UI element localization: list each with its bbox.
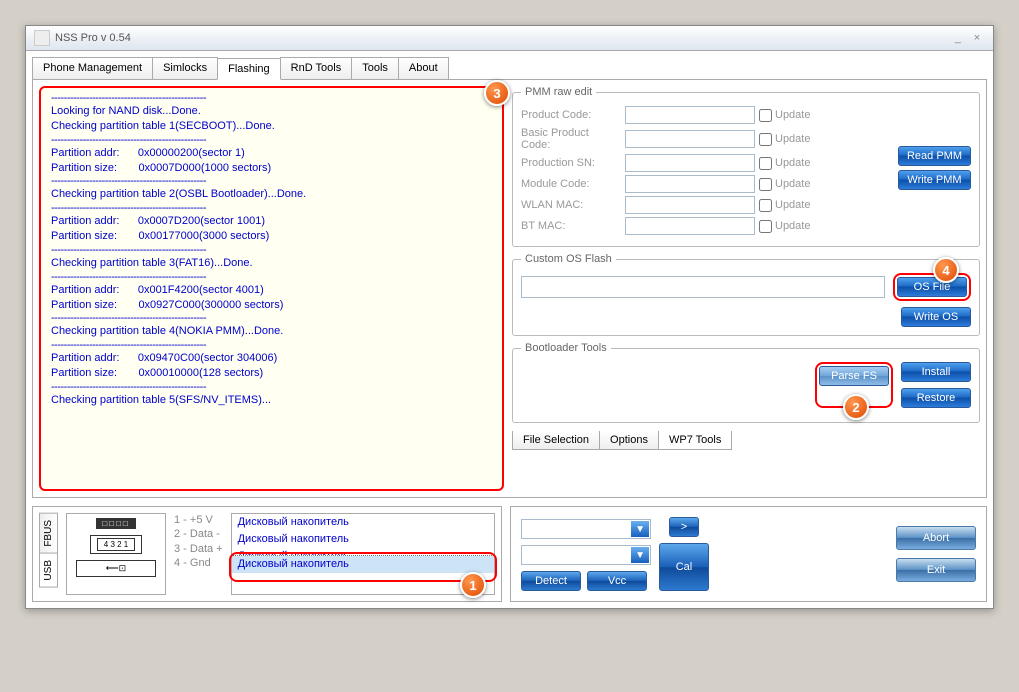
chevron-down-icon: ▼ bbox=[635, 550, 645, 561]
window-title: NSS Pro v 0.54 bbox=[55, 32, 131, 44]
tab-flashing[interactable]: Flashing bbox=[217, 58, 281, 80]
titlebar: NSS Pro v 0.54 _ × bbox=[26, 26, 993, 51]
usb-diagram: □□□□ 4 3 2 1 ⟵⊡ bbox=[66, 513, 166, 595]
subtab-options[interactable]: Options bbox=[599, 431, 659, 450]
disk-item-selected[interactable]: Дисковый накопитель bbox=[232, 556, 494, 573]
control-panel: ▼ ▼ Detect Vcc > Cal Abort Exit bbox=[510, 506, 987, 602]
module-code-update-check[interactable] bbox=[759, 178, 772, 191]
production-sn-input[interactable] bbox=[625, 154, 755, 172]
app-window: NSS Pro v 0.54 _ × Phone Management Siml… bbox=[25, 25, 994, 609]
basic-product-code-input[interactable] bbox=[625, 130, 755, 148]
port-tab-usb[interactable]: USB bbox=[39, 553, 58, 588]
basic-product-code-label: Basic Product Code: bbox=[521, 127, 621, 151]
vcc-button[interactable]: Vcc bbox=[587, 571, 647, 591]
production-sn-label: Production SN: bbox=[521, 157, 621, 169]
dropdown-2[interactable]: ▼ bbox=[521, 545, 651, 565]
bootloader-tools-group: Bootloader Tools Parse FS Install Restor… bbox=[512, 342, 980, 423]
write-pmm-button[interactable]: Write PMM bbox=[898, 170, 971, 190]
disk-item[interactable]: Дисковый накопитель bbox=[232, 548, 494, 556]
arrow-button[interactable]: > bbox=[669, 517, 699, 537]
abort-button[interactable]: Abort bbox=[896, 526, 976, 550]
tab-phone-management[interactable]: Phone Management bbox=[32, 57, 153, 79]
tab-tools[interactable]: Tools bbox=[351, 57, 399, 79]
os-file-path-input[interactable] bbox=[521, 276, 885, 298]
tab-rnd-tools[interactable]: RnD Tools bbox=[280, 57, 353, 79]
detect-button[interactable]: Detect bbox=[521, 571, 581, 591]
bt-mac-input[interactable] bbox=[625, 217, 755, 235]
main-panel: ----------------------------------------… bbox=[32, 79, 987, 498]
read-pmm-button[interactable]: Read PMM bbox=[898, 146, 971, 166]
cal-button[interactable]: Cal bbox=[659, 543, 709, 591]
sub-tabs: File Selection Options WP7 Tools bbox=[512, 431, 980, 450]
custom-os-flash-group: Custom OS Flash OS File Write OS 4 bbox=[512, 253, 980, 336]
callout-2: 2 bbox=[843, 394, 869, 420]
callout-1: 1 bbox=[460, 572, 486, 598]
write-os-button[interactable]: Write OS bbox=[901, 307, 971, 327]
disk-item[interactable]: Дисковый накопитель bbox=[232, 514, 494, 531]
module-code-input[interactable] bbox=[625, 175, 755, 193]
module-code-label: Module Code: bbox=[521, 178, 621, 190]
exit-button[interactable]: Exit bbox=[896, 558, 976, 582]
restore-button[interactable]: Restore bbox=[901, 388, 971, 408]
production-sn-update-check[interactable] bbox=[759, 157, 772, 170]
os-file-button[interactable]: OS File bbox=[897, 277, 967, 297]
product-code-input[interactable] bbox=[625, 106, 755, 124]
app-icon bbox=[34, 30, 50, 46]
pmm-raw-edit-group: PMM raw edit Product Code: Update Basic … bbox=[512, 86, 980, 247]
callout-3: 3 bbox=[484, 80, 510, 106]
pin-labels: 1 - +5 V 2 - Data - 3 - Data + 4 - Gnd bbox=[174, 513, 223, 595]
connection-panel: FBUS USB □□□□ 4 3 2 1 ⟵⊡ 1 - +5 V 2 - Da… bbox=[32, 506, 502, 602]
chevron-down-icon: ▼ bbox=[635, 524, 645, 535]
wlan-mac-update-check[interactable] bbox=[759, 199, 772, 212]
callout-4: 4 bbox=[933, 257, 959, 283]
product-code-update-check[interactable] bbox=[759, 109, 772, 122]
main-tabs: Phone Management Simlocks Flashing RnD T… bbox=[32, 57, 987, 79]
disk-item[interactable]: Дисковый накопитель bbox=[232, 531, 494, 548]
dropdown-1[interactable]: ▼ bbox=[521, 519, 651, 539]
bt-mac-label: BT MAC: bbox=[521, 220, 621, 232]
wlan-mac-input[interactable] bbox=[625, 196, 755, 214]
close-icon[interactable]: × bbox=[969, 32, 985, 44]
disk-list[interactable]: Дисковый накопитель Дисковый накопитель … bbox=[231, 513, 495, 595]
minimize-icon[interactable]: _ bbox=[950, 32, 966, 44]
tab-about[interactable]: About bbox=[398, 57, 449, 79]
wlan-mac-label: WLAN MAC: bbox=[521, 199, 621, 211]
install-button[interactable]: Install bbox=[901, 362, 971, 382]
log-panel: ----------------------------------------… bbox=[39, 86, 504, 491]
tab-simlocks[interactable]: Simlocks bbox=[152, 57, 218, 79]
basic-product-code-update-check[interactable] bbox=[759, 133, 772, 146]
port-tab-fbus[interactable]: FBUS bbox=[39, 513, 58, 554]
subtab-wp7-tools[interactable]: WP7 Tools bbox=[658, 431, 732, 450]
parse-fs-button[interactable]: Parse FS bbox=[819, 366, 889, 386]
subtab-file-selection[interactable]: File Selection bbox=[512, 431, 600, 450]
bt-mac-update-check[interactable] bbox=[759, 220, 772, 233]
product-code-label: Product Code: bbox=[521, 109, 621, 121]
